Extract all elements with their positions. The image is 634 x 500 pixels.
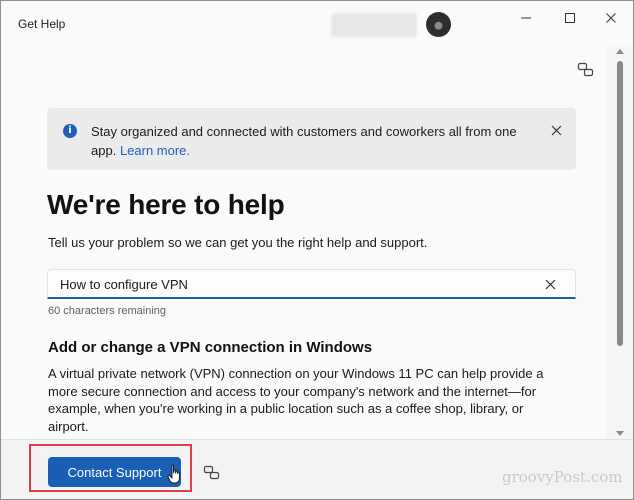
maximize-icon	[565, 13, 575, 23]
info-icon: i	[63, 124, 77, 138]
watermark: groovyPost.com	[502, 468, 623, 486]
scroll-down-arrow-icon[interactable]	[616, 431, 624, 436]
avatar[interactable]	[426, 12, 451, 37]
scroll-up-arrow-icon[interactable]	[616, 49, 624, 54]
info-banner: i Stay organized and connected with cust…	[47, 108, 576, 170]
community-icon	[577, 62, 594, 77]
page-title: We're here to help	[47, 189, 285, 220]
title-bar: Get Help	[1, 1, 633, 47]
hand-cursor-icon	[167, 464, 180, 484]
maximize-button[interactable]	[552, 5, 588, 31]
characters-remaining: 60 characters remaining	[48, 305, 167, 317]
clear-icon	[545, 279, 555, 289]
close-icon	[606, 13, 616, 23]
search-input[interactable]	[60, 274, 520, 294]
footer-bar: Contact Support groovyPost.com	[1, 439, 633, 499]
community-button[interactable]	[575, 59, 597, 81]
result-title: Add or change a VPN connection in Window…	[48, 339, 373, 356]
community-button[interactable]	[202, 463, 222, 483]
get-help-window: Get Help i Stay organized and connected …	[0, 0, 634, 500]
banner-message: Stay organized and connected with custom…	[91, 122, 531, 160]
result-body: A virtual private network (VPN) connecti…	[48, 366, 544, 434]
main-content: i Stay organized and connected with cust…	[1, 47, 607, 439]
account-name-blurred	[331, 13, 417, 37]
page-subtitle: Tell us your problem so we can get you t…	[48, 235, 428, 250]
problem-search-box[interactable]	[47, 269, 576, 299]
close-button[interactable]	[593, 5, 629, 31]
banner-close-button[interactable]	[547, 121, 565, 139]
minimize-icon	[521, 17, 531, 19]
app-title: Get Help	[18, 17, 66, 31]
minimize-button[interactable]	[508, 5, 544, 31]
close-icon	[551, 125, 561, 135]
scroll-thumb[interactable]	[617, 61, 623, 346]
learn-more-link[interactable]: Learn more.	[120, 143, 190, 158]
community-icon	[203, 465, 220, 480]
contact-support-button[interactable]: Contact Support	[48, 457, 181, 487]
clear-search-button[interactable]	[541, 275, 559, 293]
vertical-scrollbar[interactable]	[607, 47, 633, 439]
